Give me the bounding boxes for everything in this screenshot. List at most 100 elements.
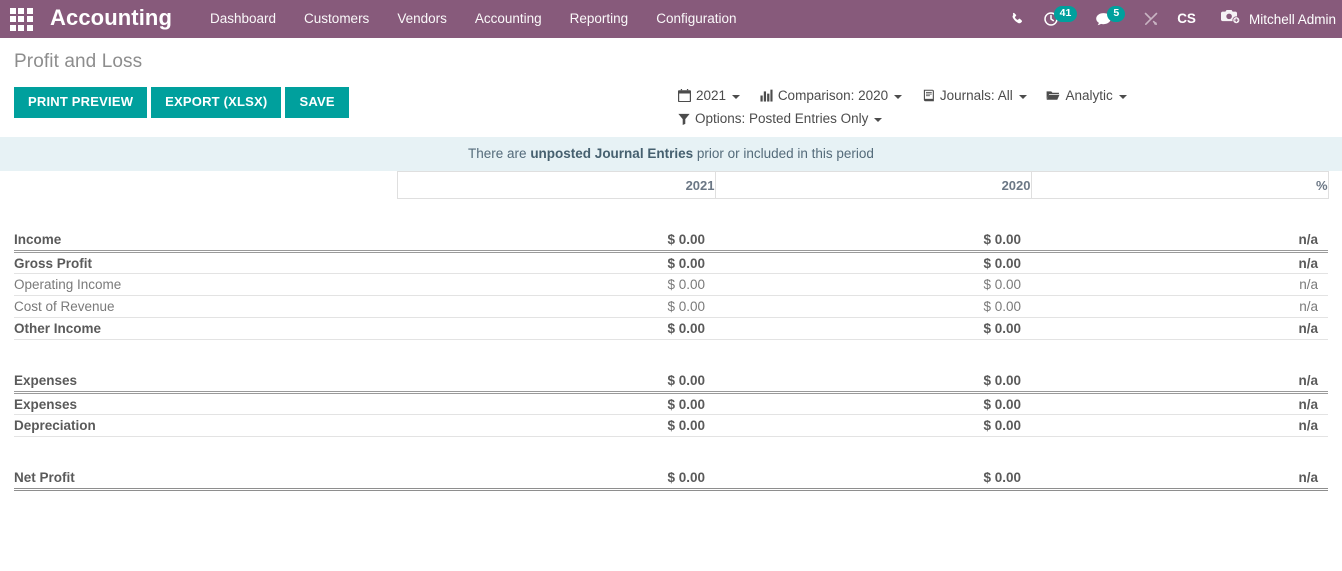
comparison-filter[interactable]: Comparison: 2020 xyxy=(760,85,903,106)
row-value-percent: n/a xyxy=(1031,273,1328,296)
row-value-percent: n/a xyxy=(1031,414,1328,437)
row-value-percent: n/a xyxy=(1031,317,1328,340)
column-header-percent: % xyxy=(1030,171,1329,199)
row-value-2021: $ 0.00 xyxy=(397,317,715,340)
row-value-2020: $ 0.00 xyxy=(715,467,1031,491)
report-action-buttons: PRINT PREVIEW EXPORT (XLSX) SAVE xyxy=(14,87,349,119)
table-row[interactable]: Net Profit $ 0.00 $ 0.00 n/a xyxy=(14,467,1328,491)
menu-item-accounting[interactable]: Accounting xyxy=(461,0,556,38)
menu-item-reporting[interactable]: Reporting xyxy=(556,0,643,38)
chevron-down-icon xyxy=(894,94,903,99)
row-value-2020: $ 0.00 xyxy=(715,295,1031,318)
navbar-right-group: 41 5 CS Mitchell Admin xyxy=(1001,0,1342,38)
banner-prefix: There are xyxy=(468,146,531,161)
messages-count-badge: 5 xyxy=(1107,6,1126,22)
chevron-down-icon xyxy=(874,117,883,122)
row-label: Net Profit xyxy=(14,467,397,491)
journals-filter-label: Journals: All xyxy=(939,88,1013,103)
apps-grid-icon[interactable] xyxy=(6,4,36,34)
book-icon xyxy=(922,89,935,102)
table-row[interactable]: Expenses $ 0.00 $ 0.00 n/a xyxy=(14,392,1328,415)
row-label: Gross Profit xyxy=(14,251,397,274)
filters-row-1: 2021 Comparison: 2020 Journals: All Anal… xyxy=(678,85,1127,108)
messages-chat-icon[interactable]: 5 xyxy=(1086,6,1134,26)
app-brand-accounting[interactable]: Accounting xyxy=(50,5,172,33)
row-label: Operating Income xyxy=(14,273,397,296)
print-preview-button[interactable]: PRINT PREVIEW xyxy=(14,87,148,119)
row-label: Expenses xyxy=(14,370,397,394)
row-label: Other Income xyxy=(14,317,397,340)
date-filter[interactable]: 2021 xyxy=(678,85,741,106)
date-filter-label: 2021 xyxy=(696,88,727,103)
row-value-2021: $ 0.00 xyxy=(397,295,715,318)
report-filters: 2021 Comparison: 2020 Journals: All Anal… xyxy=(678,85,1127,131)
table-row[interactable]: Expenses $ 0.00 $ 0.00 n/a xyxy=(14,370,1328,394)
row-value-percent: n/a xyxy=(1031,229,1328,253)
analytic-filter[interactable]: Analytic xyxy=(1046,85,1127,106)
table-spacer-row xyxy=(14,437,1328,468)
options-filter-label: Options: Posted Entries Only xyxy=(695,111,869,126)
company-switcher[interactable]: CS xyxy=(1168,0,1205,38)
table-header-row: 2021 2020 % xyxy=(14,171,1329,199)
row-value-2021: $ 0.00 xyxy=(397,370,715,394)
calendar-icon xyxy=(678,89,691,102)
chevron-down-icon xyxy=(1018,94,1027,99)
save-button[interactable]: SAVE xyxy=(285,87,349,119)
column-header-2021: 2021 xyxy=(396,171,716,199)
phone-icon[interactable] xyxy=(1001,12,1034,27)
journals-filter[interactable]: Journals: All xyxy=(922,85,1027,106)
table-row[interactable]: Income $ 0.00 $ 0.00 n/a xyxy=(14,229,1328,253)
row-value-2020: $ 0.00 xyxy=(715,229,1031,253)
camera-avatar-icon xyxy=(1219,8,1241,31)
export-xlsx-button[interactable]: EXPORT (XLSX) xyxy=(151,87,282,119)
row-value-percent: n/a xyxy=(1031,392,1328,415)
row-label: Expenses xyxy=(14,392,397,415)
row-label: Cost of Revenue xyxy=(14,295,397,318)
options-filter[interactable]: Options: Posted Entries Only xyxy=(678,108,883,129)
table-spacer-row xyxy=(14,340,1328,371)
main-menu: Dashboard Customers Vendors Accounting R… xyxy=(196,0,751,38)
unposted-entries-banner: There are unposted Journal Entries prior… xyxy=(0,137,1342,171)
user-menu[interactable]: Mitchell Admin xyxy=(1205,8,1342,31)
row-value-percent: n/a xyxy=(1031,251,1328,274)
row-value-2020: $ 0.00 xyxy=(715,273,1031,296)
chevron-down-icon xyxy=(732,94,741,99)
chevron-down-icon xyxy=(1118,94,1127,99)
row-value-2020: $ 0.00 xyxy=(715,370,1031,394)
menu-item-configuration[interactable]: Configuration xyxy=(642,0,750,38)
filter-icon xyxy=(678,113,690,125)
row-value-percent: n/a xyxy=(1031,370,1328,394)
table-row[interactable]: Operating Income $ 0.00 $ 0.00 n/a xyxy=(14,273,1328,296)
menu-item-dashboard[interactable]: Dashboard xyxy=(196,0,290,38)
spacer-cell xyxy=(14,437,1328,468)
row-value-percent: n/a xyxy=(1031,295,1328,318)
bar-chart-icon xyxy=(760,89,773,102)
table-row[interactable]: Depreciation $ 0.00 $ 0.00 n/a xyxy=(14,414,1328,437)
banner-strong-text: unposted Journal Entries xyxy=(530,146,694,161)
top-navbar: Accounting Dashboard Customers Vendors A… xyxy=(0,0,1342,38)
analytic-filter-label: Analytic xyxy=(1065,88,1113,103)
activity-clock-icon[interactable]: 41 xyxy=(1034,6,1087,27)
control-panel: Profit and Loss PRINT PREVIEW EXPORT (XL… xyxy=(0,38,1342,129)
table-row[interactable]: Other Income $ 0.00 $ 0.00 n/a xyxy=(14,317,1328,340)
menu-item-vendors[interactable]: Vendors xyxy=(383,0,461,38)
menu-item-customers[interactable]: Customers xyxy=(290,0,383,38)
row-value-2021: $ 0.00 xyxy=(397,251,715,274)
table-head: 2021 2020 % xyxy=(14,171,1329,230)
folder-icon xyxy=(1046,89,1060,102)
row-value-2021: $ 0.00 xyxy=(397,392,715,415)
row-label: Depreciation xyxy=(14,414,397,437)
row-value-2020: $ 0.00 xyxy=(715,392,1031,415)
banner-suffix: prior or included in this period xyxy=(693,146,874,161)
spacer-cell xyxy=(14,340,1328,371)
comparison-filter-label: Comparison: 2020 xyxy=(777,88,889,103)
row-value-2021: $ 0.00 xyxy=(397,273,715,296)
row-value-2020: $ 0.00 xyxy=(715,414,1031,437)
tools-icon[interactable] xyxy=(1134,11,1168,27)
header-spacer-row xyxy=(14,199,1328,230)
row-value-2021: $ 0.00 xyxy=(397,414,715,437)
table-row[interactable]: Cost of Revenue $ 0.00 $ 0.00 n/a xyxy=(14,295,1328,318)
row-value-2021: $ 0.00 xyxy=(397,467,715,491)
table-row[interactable]: Gross Profit $ 0.00 $ 0.00 n/a xyxy=(14,251,1328,274)
profit-and-loss-table: 2021 2020 % Income $ 0.00 $ 0.00 n/a Gross P… xyxy=(14,171,1329,491)
